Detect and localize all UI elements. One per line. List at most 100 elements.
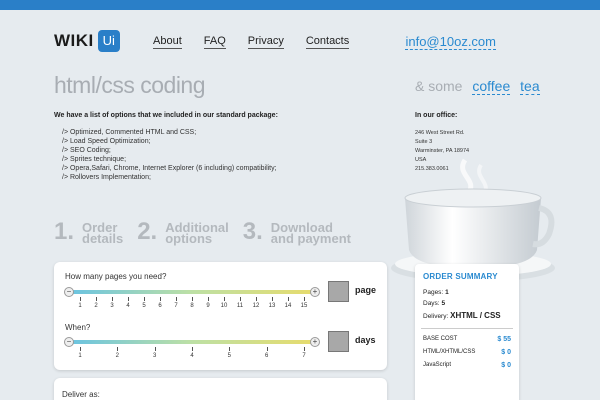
tick-label: 9 [206, 303, 210, 309]
tick-label: 3 [110, 303, 114, 309]
step-number: 2. [137, 218, 158, 245]
tick-label: 8 [190, 303, 194, 309]
tick-label: 2 [94, 303, 98, 309]
tick-mark [128, 297, 129, 301]
tick-mark [208, 297, 209, 301]
order-details-panel: How many pages you need? − + 1 2 3 4 5 6 7 8 9 10… [54, 262, 387, 370]
logo-text: WIKI [54, 31, 94, 50]
tick-mark [304, 347, 305, 351]
slider-track[interactable] [72, 290, 312, 294]
tick-label: 7 [174, 303, 178, 309]
office-title: In our office: [415, 112, 458, 119]
step-number: 1. [54, 218, 75, 245]
tagline-prefix: & some [415, 78, 463, 94]
pages-unit: page [355, 285, 377, 295]
tick-mark [96, 297, 97, 301]
nav-about[interactable]: About [153, 35, 182, 49]
slider-track[interactable] [72, 340, 312, 344]
cost-row: JavaScript $ 0 [423, 362, 511, 369]
feature-item: /> Optimized, Commented HTML and CSS; [62, 129, 197, 136]
nav-privacy[interactable]: Privacy [247, 35, 284, 49]
step-2[interactable]: 2. Additional options [137, 218, 229, 246]
pages-value-box[interactable] [328, 281, 349, 302]
tick-mark [229, 347, 231, 351]
plus-icon[interactable]: + [310, 287, 320, 297]
days-unit: days [355, 335, 376, 345]
minus-icon[interactable]: − [64, 337, 74, 347]
pages-slider[interactable]: − + [64, 287, 320, 297]
tick-mark [144, 297, 145, 301]
delivery-panel: Deliver as: [54, 378, 387, 400]
tick-label: 5 [142, 303, 146, 309]
tick-mark [256, 297, 257, 301]
divider [421, 328, 513, 329]
logo[interactable]: WIKI Ui [54, 30, 120, 52]
tick-mark [112, 297, 113, 301]
tick-mark [160, 297, 161, 301]
page-title: html/css coding [54, 72, 206, 98]
tick-label: 4 [126, 303, 130, 309]
tick-label: 4 [190, 353, 194, 359]
tick-mark [288, 297, 289, 301]
nav-faq[interactable]: FAQ [203, 35, 226, 49]
tagline: & some coffee tea [415, 78, 540, 95]
order-summary: ORDER SUMMARY Pages: 1 Days: 5 Delivery:… [415, 264, 519, 400]
tick-label: 6 [158, 303, 162, 309]
days-slider[interactable]: − + [64, 337, 320, 347]
feature-item: /> Opera,Safari, Chrome, Internet Explor… [62, 165, 277, 172]
feature-item: /> Sprites technique; [62, 156, 127, 163]
tagline-coffee-link[interactable]: coffee [472, 78, 511, 95]
address-line: Suite 3 [415, 139, 433, 145]
tick-label: 7 [302, 353, 306, 359]
tick-mark [272, 297, 273, 301]
step-number: 3. [242, 218, 263, 245]
order-steps: 1. Order details 2. Additional options 3. … [54, 218, 365, 246]
package-intro: We have a list of options that we includ… [54, 112, 278, 119]
summary-days: Days: 5 [423, 300, 446, 307]
top-bar [0, 0, 600, 10]
tick-label: 12 [252, 303, 260, 309]
pages-ticks: 1 2 3 4 5 6 7 8 9 10 11 12 13 14 15 [64, 297, 320, 313]
contact-email-link[interactable]: info@10oz.com [405, 34, 496, 50]
nav-contacts[interactable]: Contacts [305, 35, 350, 49]
tick-label: 10 [220, 303, 228, 309]
step-label: Order details [82, 220, 124, 246]
tick-label: 3 [152, 353, 157, 359]
cost-row: BASE COST $ 55 [423, 336, 511, 343]
tick-mark [192, 297, 193, 301]
tick-label: 2 [115, 353, 119, 359]
tick-mark [80, 347, 81, 351]
minus-icon[interactable]: − [64, 287, 74, 297]
deliver-label: Deliver as: [62, 390, 100, 399]
features-list: /> Optimized, Commented HTML and CSS; />… [62, 128, 277, 182]
summary-title: ORDER SUMMARY [423, 272, 498, 281]
tick-label: 11 [236, 303, 244, 309]
step-label: Download and payment [270, 220, 351, 246]
tick-label: 14 [284, 303, 292, 309]
plus-icon[interactable]: + [310, 337, 320, 347]
step-3[interactable]: 3. Download and payment [242, 218, 351, 246]
tick-label: 5 [227, 353, 231, 359]
days-question: When? [65, 323, 91, 332]
tagline-tea-link[interactable]: tea [520, 78, 540, 95]
tick-label: 6 [264, 353, 269, 359]
main-nav: About FAQ Privacy Contacts [153, 35, 371, 49]
address-line: 246 West Street Rd. [415, 130, 465, 136]
tick-label: 15 [300, 303, 308, 309]
tick-mark [80, 297, 81, 301]
step-label: Additional options [165, 220, 229, 246]
tick-mark [240, 297, 241, 301]
tick-label: 1 [78, 303, 82, 309]
cost-row: HTML/XHTML/CSS $ 0 [423, 349, 511, 356]
pages-question: How many pages you need? [65, 272, 167, 281]
tick-mark [154, 347, 156, 351]
tick-mark [304, 297, 305, 301]
days-value-box[interactable] [328, 331, 349, 352]
summary-pages: Pages: 1 [423, 289, 449, 296]
tick-label: 1 [78, 353, 82, 359]
tick-mark [192, 347, 193, 351]
summary-delivery: Delivery: XHTML / CSS [423, 311, 501, 320]
tick-label: 13 [268, 303, 276, 309]
logo-badge: Ui [97, 30, 120, 52]
step-1[interactable]: 1. Order details [54, 218, 124, 246]
